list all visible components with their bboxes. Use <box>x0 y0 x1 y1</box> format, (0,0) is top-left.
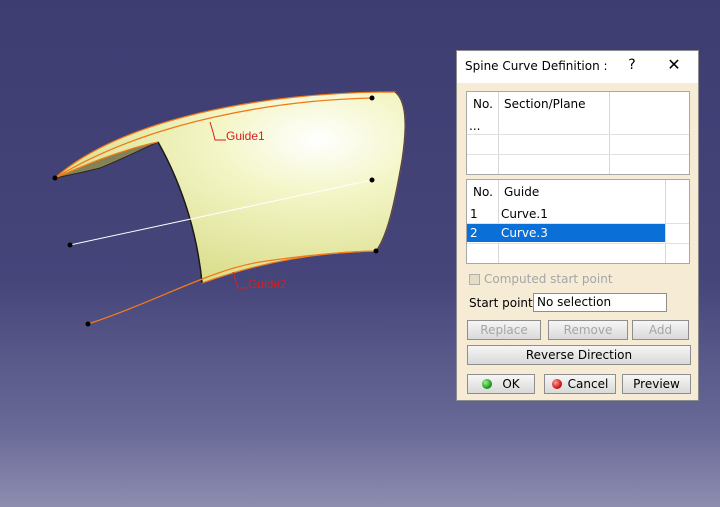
start-point-field[interactable]: No selection <box>533 293 667 312</box>
guides-header-no: No. <box>473 185 493 199</box>
guides-header-guide: Guide <box>504 185 540 199</box>
close-icon[interactable]: ✕ <box>665 55 683 74</box>
table-row-no[interactable]: 1 <box>470 207 478 221</box>
ok-button[interactable]: OK <box>467 374 535 394</box>
replace-button[interactable]: Replace <box>467 320 541 340</box>
sections-header-no: No. <box>473 97 493 111</box>
ok-icon <box>482 378 493 389</box>
loft-surface[interactable] <box>54 91 406 284</box>
cancel-icon <box>551 378 562 389</box>
sections-list[interactable]: No. Section/Plane ... <box>466 91 690 175</box>
point-marker[interactable] <box>85 321 91 327</box>
remove-button[interactable]: Remove <box>548 320 628 340</box>
dialog-title: Spine Curve Definition : <box>465 59 608 73</box>
preview-button[interactable]: Preview <box>622 374 691 394</box>
point-marker[interactable] <box>369 95 375 101</box>
guides-list[interactable]: No. Guide 1 Curve.1 2 Curve.3 <box>466 179 690 264</box>
guide2-label: Guide2 <box>248 277 287 291</box>
spine-curve-dialog: Spine Curve Definition : ? ✕ No. Section… <box>456 50 699 401</box>
point-marker[interactable] <box>369 177 375 183</box>
table-row-no-selected[interactable]: 2 <box>470 226 478 240</box>
dialog-titlebar[interactable]: Spine Curve Definition : ? ✕ <box>457 51 698 83</box>
cancel-label: Cancel <box>567 377 609 391</box>
help-icon[interactable]: ? <box>625 57 639 73</box>
ok-label: OK <box>502 377 520 391</box>
guide1-label: Guide1 <box>226 129 265 143</box>
computed-start-label: Computed start point <box>484 272 613 286</box>
sections-header-section: Section/Plane <box>504 97 586 111</box>
point-marker[interactable] <box>52 175 58 181</box>
add-button[interactable]: Add <box>632 320 689 340</box>
cancel-button[interactable]: Cancel <box>544 374 616 394</box>
point-marker[interactable] <box>373 248 379 254</box>
computed-start-checkbox[interactable] <box>469 274 480 285</box>
guide2-leader <box>232 271 248 289</box>
list-item[interactable]: ... <box>469 119 480 133</box>
start-point-label: Start point: <box>469 296 537 310</box>
table-row-guide-selected[interactable]: Curve.3 <box>501 226 548 240</box>
reverse-direction-button[interactable]: Reverse Direction <box>467 345 691 365</box>
selected-row-highlight <box>467 224 665 242</box>
dialog-body: No. Section/Plane ... No. Guide 1 Curve.… <box>457 83 698 400</box>
table-row-guide[interactable]: Curve.1 <box>501 207 548 221</box>
point-marker[interactable] <box>67 242 73 248</box>
